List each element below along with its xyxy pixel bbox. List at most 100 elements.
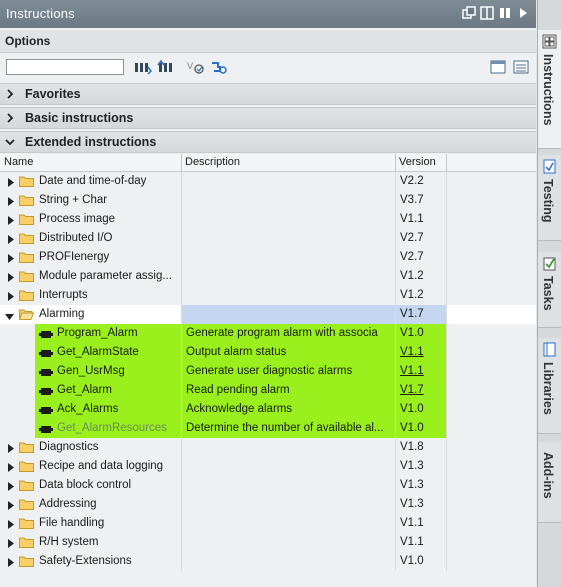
section-basic-label: Basic instructions bbox=[25, 111, 134, 125]
expand-arrow-icon[interactable] bbox=[7, 538, 15, 548]
expand-arrow-icon[interactable] bbox=[7, 557, 15, 567]
tree-row-label: Gen_UsrMsg bbox=[57, 365, 125, 377]
section-extended-instructions[interactable]: Extended instructions bbox=[0, 131, 536, 153]
view-pane-icon[interactable] bbox=[489, 59, 507, 75]
pin-icon[interactable] bbox=[498, 6, 512, 20]
tree-row-label: String + Char bbox=[39, 194, 108, 206]
collapse-right-icon[interactable] bbox=[516, 6, 530, 20]
sidebar-tab-libraries[interactable]: Libraries bbox=[538, 338, 561, 434]
split-window-icon[interactable] bbox=[480, 6, 494, 20]
tree-row-instruction[interactable]: Get_Alarm Read pending alarm V1.7 bbox=[0, 381, 536, 400]
tree-row-instruction[interactable]: Gen_UsrMsg Generate user diagnostic alar… bbox=[0, 362, 536, 381]
tree-row-folder[interactable]: Data block control V1.3 bbox=[0, 476, 536, 495]
tree-row-version: V1.1 bbox=[400, 536, 424, 548]
search-up-icon[interactable] bbox=[157, 59, 175, 75]
sidebar-tab-testing[interactable]: Testing bbox=[538, 155, 561, 241]
expand-arrow-icon[interactable] bbox=[7, 253, 15, 263]
folder-open-icon bbox=[18, 308, 35, 320]
tree-row-version: V3.7 bbox=[400, 194, 424, 206]
instructions-panel: Instructions Options V Favorites Basic i… bbox=[0, 0, 536, 587]
tree-row-folder[interactable]: Addressing V1.3 bbox=[0, 495, 536, 514]
expand-arrow-icon[interactable] bbox=[7, 291, 15, 301]
tree-row-folder[interactable]: File handling V1.1 bbox=[0, 514, 536, 533]
sidebar-tab-label: Add-ins bbox=[541, 452, 555, 499]
tree-row-version-link[interactable]: V1.1 bbox=[400, 365, 424, 377]
tree-row-folder[interactable]: R/H system V1.1 bbox=[0, 533, 536, 552]
section-favorites-label: Favorites bbox=[25, 87, 81, 101]
collapse-arrow-icon[interactable] bbox=[5, 311, 14, 320]
folder-icon bbox=[19, 555, 34, 567]
sidebar-tab-instructions[interactable]: Instructions bbox=[538, 30, 561, 149]
tree-row-description: Determine the number of available al... bbox=[186, 422, 384, 434]
tree-row-version: V1.8 bbox=[400, 441, 424, 453]
tree-row-label: Recipe and data logging bbox=[39, 460, 164, 472]
tree-row-folder[interactable]: Module parameter assig... V1.2 bbox=[0, 267, 536, 286]
tree-row-version-link[interactable]: V1.7 bbox=[400, 384, 424, 396]
sidebar-tab-label: Instructions bbox=[541, 54, 555, 126]
folder-icon bbox=[19, 536, 34, 548]
tree-row-version: V1.0 bbox=[400, 555, 424, 567]
folder-icon bbox=[19, 270, 34, 282]
tree-row-label: Data block control bbox=[39, 479, 132, 491]
tree-row-folder[interactable]: Diagnostics V1.8 bbox=[0, 438, 536, 457]
expand-arrow-icon[interactable] bbox=[7, 443, 15, 453]
view-list-icon[interactable] bbox=[512, 59, 530, 75]
folder-icon bbox=[19, 213, 34, 225]
column-header-description[interactable]: Description bbox=[185, 156, 240, 168]
expand-arrow-icon[interactable] bbox=[7, 481, 15, 491]
tree-row-instruction-disabled[interactable]: Get_AlarmResources Determine the number … bbox=[0, 419, 536, 438]
folder-icon bbox=[19, 441, 34, 453]
tree-row-folder[interactable]: PROFIenergy V2.7 bbox=[0, 248, 536, 267]
tree-row-folder[interactable]: Date and time-of-day V2.2 bbox=[0, 172, 536, 191]
options-toolbar: V bbox=[0, 53, 536, 81]
expand-arrow-icon[interactable] bbox=[7, 234, 15, 244]
tree-row-label: PROFIenergy bbox=[39, 251, 110, 263]
tree-row-folder[interactable]: Interrupts V1.2 bbox=[0, 286, 536, 305]
search-input[interactable] bbox=[6, 59, 124, 75]
expand-arrow-icon[interactable] bbox=[7, 272, 15, 282]
expand-arrow-icon[interactable] bbox=[7, 519, 15, 529]
expand-arrow-icon[interactable] bbox=[7, 215, 15, 225]
tree-row-description: Read pending alarm bbox=[186, 384, 290, 396]
tree-row-folder[interactable]: String + Char V3.7 bbox=[0, 191, 536, 210]
expand-arrow-icon[interactable] bbox=[7, 462, 15, 472]
instructions-icon bbox=[542, 34, 557, 49]
section-basic-instructions[interactable]: Basic instructions bbox=[0, 107, 536, 129]
tree-row-instruction[interactable]: Ack_Alarms Acknowledge alarms V1.0 bbox=[0, 400, 536, 419]
search-down-icon[interactable] bbox=[134, 59, 152, 75]
expand-arrow-icon[interactable] bbox=[7, 196, 15, 206]
float-window-icon[interactable] bbox=[462, 6, 476, 20]
column-header-name[interactable]: Name bbox=[4, 156, 33, 168]
tree-row-instruction[interactable]: Get_AlarmState Output alarm status V1.1 bbox=[0, 343, 536, 362]
expand-arrow-icon[interactable] bbox=[7, 177, 15, 187]
section-extended-label: Extended instructions bbox=[25, 135, 157, 149]
folder-icon bbox=[19, 498, 34, 510]
tree-row-version: V1.1 bbox=[400, 517, 424, 529]
sidebar-tab-tasks[interactable]: Tasks bbox=[538, 252, 561, 328]
tree-row-version: V2.7 bbox=[400, 251, 424, 263]
tree-row-folder[interactable]: Recipe and data logging V1.3 bbox=[0, 457, 536, 476]
tree-row-version: V1.0 bbox=[400, 422, 424, 434]
testing-icon bbox=[542, 159, 557, 174]
section-favorites[interactable]: Favorites bbox=[0, 83, 536, 105]
tree-row-version: V2.7 bbox=[400, 232, 424, 244]
update-icon[interactable] bbox=[209, 59, 227, 75]
tree-row-label: Alarming bbox=[39, 308, 85, 320]
tree-row-label: Ack_Alarms bbox=[57, 403, 119, 415]
tree-row-description: Generate user diagnostic alarms bbox=[186, 365, 353, 377]
expand-arrow-icon[interactable] bbox=[7, 500, 15, 510]
sidebar-tab-add-ins[interactable]: Add-ins bbox=[538, 442, 561, 523]
tree-row-folder[interactable]: Process image V1.1 bbox=[0, 210, 536, 229]
version-select-icon[interactable]: V bbox=[187, 59, 205, 75]
tree-row-folder[interactable]: Distributed I/O V2.7 bbox=[0, 229, 536, 248]
panel-title: Instructions bbox=[6, 6, 75, 21]
folder-icon bbox=[19, 517, 34, 529]
column-header-version[interactable]: Version bbox=[399, 156, 436, 168]
tree-row-folder[interactable]: Safety-Extensions V1.0 bbox=[0, 552, 536, 571]
chevron-down-icon bbox=[5, 137, 15, 147]
tree-row-instruction[interactable]: Program_Alarm Generate program alarm wit… bbox=[0, 324, 536, 343]
tree-row-version-link[interactable]: V1.1 bbox=[400, 346, 424, 358]
tree-row-alarming[interactable]: Alarming V1.7 bbox=[0, 305, 536, 324]
tree-row-label: Module parameter assig... bbox=[39, 270, 172, 282]
tree-row-label: Get_AlarmResources bbox=[57, 422, 167, 434]
